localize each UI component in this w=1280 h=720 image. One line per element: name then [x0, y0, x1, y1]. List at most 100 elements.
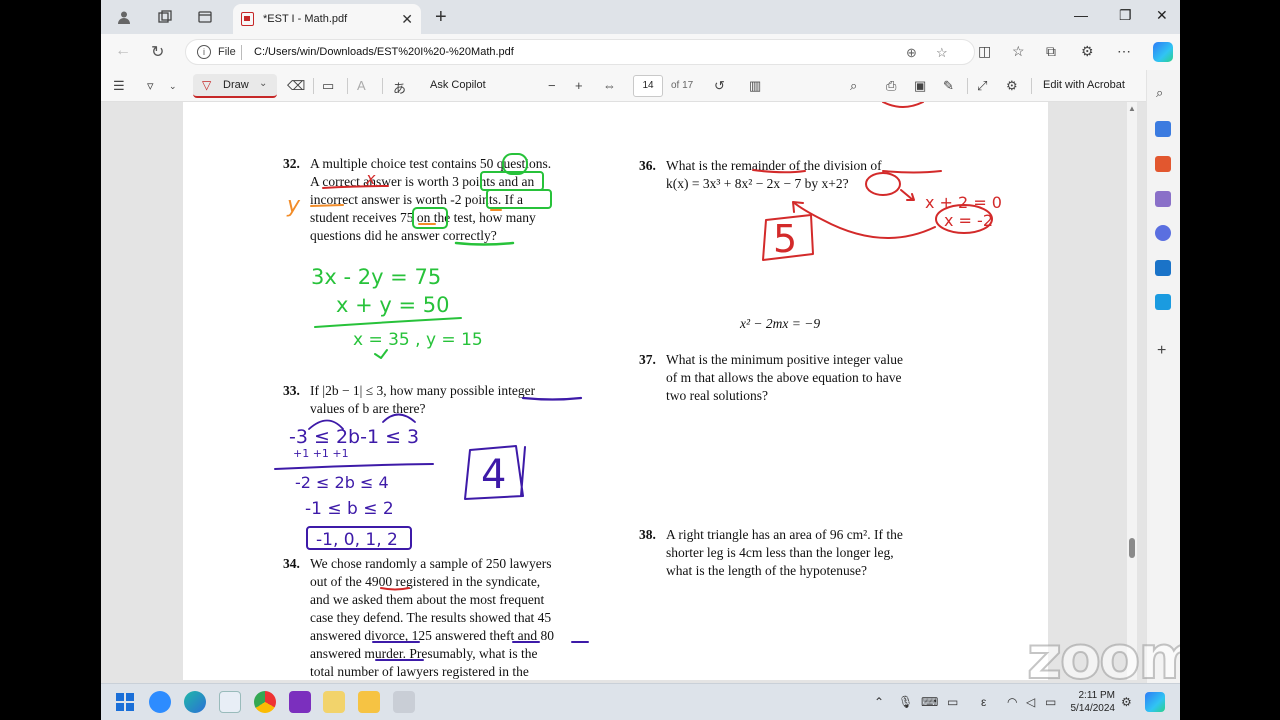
translate-icon[interactable]: あ [393, 78, 406, 97]
ink-text: +1 +1 +1 [293, 447, 349, 460]
info-icon[interactable]: i [197, 45, 211, 59]
close-window-button[interactable]: ✕ [1156, 7, 1168, 24]
ink-underline [322, 185, 389, 189]
onenote-app-icon[interactable] [289, 691, 311, 713]
ink-underline [372, 641, 589, 661]
back-arrow-icon[interactable]: ← [115, 42, 131, 60]
search-icon[interactable]: ⌕ [850, 78, 857, 94]
minimize-button[interactable]: — [1074, 7, 1088, 23]
ink-text: -1, 0, 1, 2 [316, 530, 398, 550]
pdf-toolbar: ☰ ▿ ⌄ ▽ Draw ⌄ ⌫ ▭ A あ Ask Copilot − + ⇔… [101, 70, 1180, 102]
copilot-sidebar-icon[interactable] [1155, 225, 1171, 241]
text-box-icon[interactable]: ▭ [322, 78, 334, 94]
desktop-left-margin [0, 0, 101, 683]
ink-stroke [882, 102, 924, 108]
ink-circle [865, 172, 901, 196]
restore-button[interactable]: ❐ [1119, 7, 1132, 24]
scrollbar-track[interactable] [1127, 102, 1137, 680]
tab-actions-icon[interactable] [196, 8, 214, 26]
pdf-page: 32. A multiple choice test contains 50 q… [183, 102, 1048, 680]
favorites-icon[interactable]: ☆ [1012, 43, 1025, 60]
send-icon[interactable] [1155, 294, 1171, 310]
zoom-out-icon[interactable]: − [548, 78, 556, 93]
file-explorer-icon[interactable] [358, 691, 380, 713]
chevron-up-icon[interactable]: ⌃ [874, 695, 884, 709]
highlight-icon[interactable]: ▿ [147, 78, 154, 94]
refresh-icon[interactable]: ↻ [151, 42, 164, 62]
games-icon[interactable] [1155, 191, 1171, 207]
tab-pdf[interactable]: *EST I - Math.pdf ✕ [233, 4, 421, 34]
page-number-input[interactable]: 14 [633, 75, 663, 97]
eraser-icon[interactable]: ⌫ [287, 78, 305, 94]
usb-device-icon[interactable] [393, 691, 415, 713]
scrollbar-thumb[interactable] [1129, 538, 1135, 558]
toolbar-divider [313, 78, 314, 94]
fit-page-icon[interactable]: ⇔ [603, 78, 616, 93]
clock-date: 5/14/2024 [1070, 703, 1116, 714]
fullscreen-icon[interactable]: ⤢ [977, 78, 987, 94]
ink-box [486, 189, 552, 209]
tools-icon[interactable] [1155, 156, 1171, 172]
split-screen-icon[interactable]: ◫ [978, 43, 991, 60]
notifications-icon[interactable]: ⚙ [1121, 695, 1132, 709]
print-icon[interactable]: ⎙ [886, 78, 896, 94]
workspaces-icon[interactable] [156, 8, 174, 26]
chrome-app-icon[interactable] [254, 691, 276, 713]
favorite-star-icon[interactable]: ☆ [936, 45, 948, 61]
start-windows-icon[interactable] [114, 691, 136, 713]
contents-icon[interactable]: ☰ [113, 78, 125, 94]
volume-icon[interactable]: ◁ [1026, 695, 1035, 709]
chevron-down-icon[interactable]: ⌄ [259, 78, 267, 89]
page-view-icon[interactable]: ▥ [749, 78, 761, 94]
draw-label: Draw [223, 79, 249, 91]
keyboard-icon[interactable]: ⌨ [921, 695, 938, 709]
notes-app-icon[interactable] [323, 691, 345, 713]
ink-underline [380, 587, 410, 591]
settings-gear-icon[interactable]: ⚙ [1006, 78, 1018, 94]
rotate-icon[interactable]: ↺ [714, 78, 725, 94]
search-icon[interactable]: ⌕ [1156, 85, 1163, 101]
pdf-viewer[interactable]: 32. A multiple choice test contains 50 q… [101, 102, 1146, 683]
language-icon[interactable]: ε [981, 695, 986, 709]
outlook-icon[interactable] [1155, 260, 1171, 276]
extensions-icon[interactable]: ⚙ [1081, 43, 1094, 60]
system-clock[interactable]: 2:11 PM 5/14/2024 [1067, 689, 1116, 715]
read-aloud-icon[interactable]: A [357, 78, 366, 93]
edge-app-icon[interactable] [184, 691, 206, 713]
ink-equation: x + y = 50 [336, 293, 449, 317]
ask-copilot-button[interactable]: Ask Copilot [430, 79, 486, 91]
url-text[interactable]: C:/Users/win/Downloads/EST%20I%20-%20Mat… [254, 46, 514, 58]
add-sidebar-app-icon[interactable]: + [1157, 342, 1166, 360]
zoom-icon[interactable]: ⊕ [906, 45, 917, 61]
edit-with-acrobat-button[interactable]: Edit with Acrobat [1043, 79, 1125, 91]
snipping-tool-icon[interactable] [219, 691, 241, 713]
save-as-icon[interactable]: ✎ [943, 78, 954, 94]
windows-taskbar: ⌃ 🎙︎ ⌨ ▭ ε ◠ ◁ ▭ 2:11 PM 5/14/2024 ⚙ [101, 683, 1180, 720]
edge-sidebar: ⌕ + [1146, 70, 1180, 683]
clock-time: 2:11 PM [1078, 690, 1116, 701]
new-tab-button[interactable]: + [435, 6, 447, 29]
ink-equation: 3x - 2y = 75 [311, 265, 441, 289]
save-icon[interactable]: ▣ [914, 78, 926, 94]
profile-icon[interactable] [115, 8, 133, 26]
draw-button[interactable]: ▽ Draw ⌄ [193, 74, 277, 98]
scroll-up-icon[interactable]: ▲ [1128, 104, 1136, 113]
address-bar[interactable]: i File C:/Users/win/Downloads/EST%20I%20… [185, 39, 975, 65]
copilot-taskbar-icon[interactable] [1145, 692, 1165, 712]
shopping-tag-icon[interactable] [1155, 121, 1171, 137]
toolbar-divider [382, 78, 383, 94]
copilot-icon[interactable] [1153, 42, 1173, 62]
microphone-icon[interactable]: 🎙︎ [898, 695, 913, 709]
wifi-icon[interactable]: ◠ [1007, 695, 1017, 709]
collections-icon[interactable]: ⧉ [1046, 43, 1056, 60]
highlight-chevron-icon[interactable]: ⌄ [169, 81, 177, 92]
close-tab-icon[interactable]: ✕ [401, 11, 413, 28]
more-menu-icon[interactable]: ⋯ [1117, 43, 1131, 60]
zoom-app-icon[interactable] [149, 691, 171, 713]
display-icon[interactable]: ▭ [947, 695, 958, 709]
tab-title: *EST I - Math.pdf [263, 13, 348, 25]
zoom-watermark: zoom [1026, 622, 1180, 683]
battery-icon[interactable]: ▭ [1045, 695, 1056, 709]
zoom-in-icon[interactable]: + [575, 78, 583, 93]
tab-bar: *EST I - Math.pdf ✕ + — ❐ ✕ [101, 0, 1180, 34]
